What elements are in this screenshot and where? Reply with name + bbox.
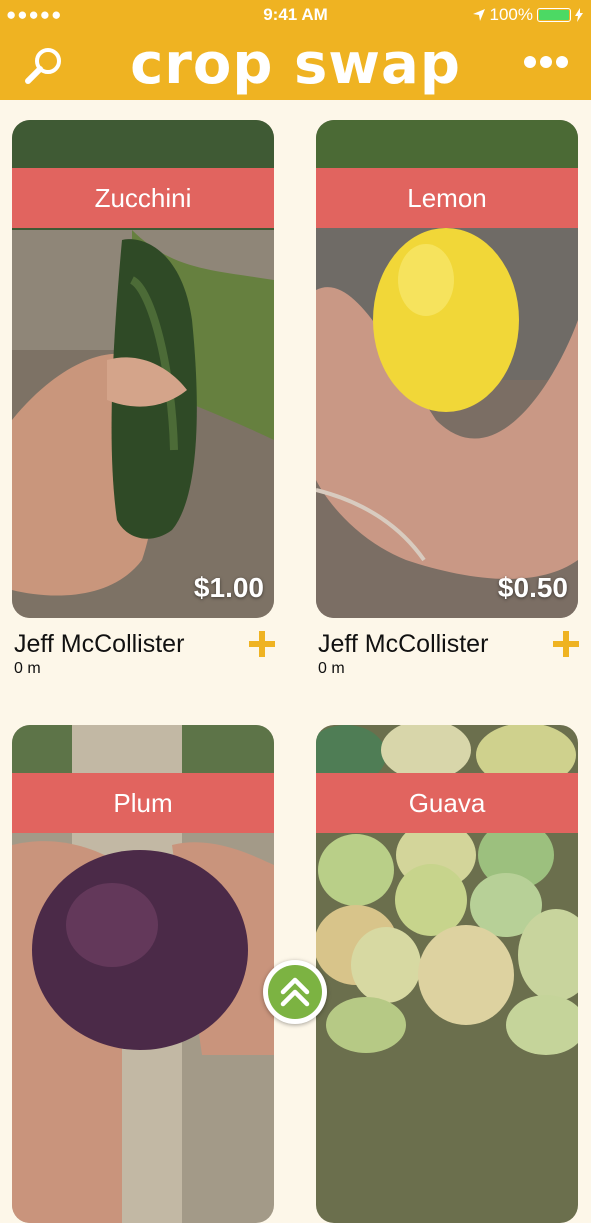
listing-price: $0.50: [497, 572, 568, 603]
listing-price: $1.00: [193, 572, 264, 603]
app-logo: crop swap: [130, 32, 461, 97]
add-icon[interactable]: [552, 630, 580, 658]
scroll-to-top-icon: [280, 977, 310, 1007]
listing-distance: 0 m: [318, 660, 345, 677]
listing-photo[interactable]: Plum: [12, 725, 274, 1223]
listing-distance: 0 m: [14, 660, 41, 677]
battery-icon: [537, 8, 571, 22]
listing-title-banner: Guava: [316, 773, 578, 833]
app-header: crop swap: [0, 30, 591, 100]
listing-owner[interactable]: Jeff McCollister: [14, 630, 184, 659]
battery-percent: 100%: [489, 5, 533, 24]
status-bar: ●●●●● 9:41 AM 100%: [0, 0, 591, 30]
listing-title-banner: Zucchini: [12, 168, 274, 228]
listing-owner[interactable]: Jeff McCollister: [318, 630, 488, 659]
listing-title-banner: Lemon: [316, 168, 578, 228]
status-right: 100%: [472, 5, 583, 25]
listing-photo[interactable]: Lemon $0.50: [316, 120, 578, 618]
charging-icon: [575, 8, 583, 22]
listing-title-banner: Plum: [12, 773, 274, 833]
scroll-to-top-bg: [268, 965, 322, 1019]
location-icon: [472, 9, 485, 21]
scroll-to-top-button[interactable]: [263, 960, 327, 1024]
listing-photo[interactable]: Zucchini $1.00: [12, 120, 274, 618]
add-icon[interactable]: [248, 630, 276, 658]
more-icon[interactable]: [523, 54, 569, 70]
listing-photo[interactable]: Guava: [316, 725, 578, 1223]
